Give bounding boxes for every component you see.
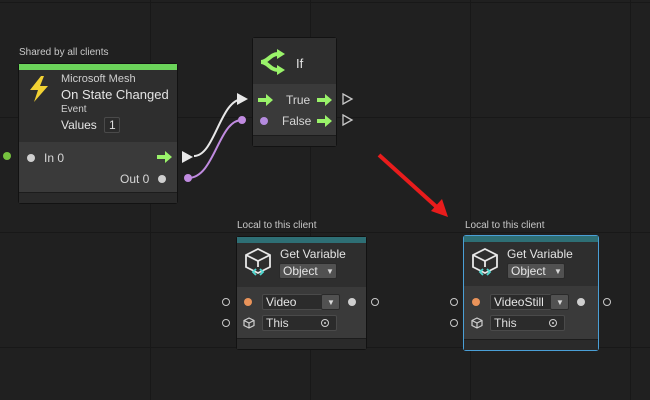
- right-var-scope-label: Local to this client: [465, 220, 545, 231]
- on-state-changed-node[interactable]: Microsoft Mesh On State Changed Event Va…: [18, 63, 178, 204]
- left-object-field[interactable]: This: [262, 315, 337, 331]
- lightning-icon: [30, 76, 48, 102]
- right-name-value: VideoStill: [494, 295, 544, 309]
- in-0-label: In 0: [44, 151, 65, 165]
- if-flow-in-connector-icon[interactable]: [237, 93, 249, 105]
- values-count-field[interactable]: 1: [104, 117, 120, 133]
- data-wire: [187, 119, 243, 179]
- left-var-scope-label: Local to this client: [237, 220, 317, 231]
- false-out-arrow-icon: [317, 115, 332, 127]
- right-object-in-connector[interactable]: [450, 319, 458, 327]
- get-variable-video-node[interactable]: Get Variable Object ▼ Video ▼ This: [236, 236, 367, 350]
- right-kind-dropdown[interactable]: Object ▼: [507, 263, 565, 279]
- target-icon[interactable]: [549, 319, 557, 327]
- object-cube-icon: [471, 317, 483, 329]
- flow-out-connector-icon[interactable]: [182, 151, 194, 163]
- right-object-field[interactable]: This: [490, 315, 565, 331]
- right-object-value: This: [494, 316, 517, 330]
- true-out-connector-icon[interactable]: [342, 92, 354, 106]
- chevron-down-icon: ▼: [556, 298, 564, 307]
- true-label: True: [286, 93, 311, 107]
- true-out-arrow-icon: [317, 94, 332, 106]
- event-footer: [19, 192, 177, 203]
- right-var-footer: [464, 339, 598, 350]
- left-name-value: Video: [266, 295, 297, 309]
- right-name-caret-button[interactable]: ▼: [550, 294, 569, 310]
- name-port[interactable]: [244, 298, 252, 306]
- if-node[interactable]: If True False: [252, 37, 337, 147]
- chevron-down-icon: ▼: [326, 267, 334, 276]
- left-value-out-connector[interactable]: [371, 298, 379, 306]
- flow-in-connector[interactable]: [3, 152, 11, 160]
- in-0-port[interactable]: [27, 154, 35, 162]
- left-value-out-port[interactable]: [348, 298, 356, 306]
- right-var-title: Get Variable: [507, 247, 573, 261]
- name-port[interactable]: [472, 298, 480, 306]
- right-value-out-port[interactable]: [577, 298, 585, 306]
- false-out-connector-icon[interactable]: [342, 113, 354, 127]
- out-0-label: Out 0: [120, 172, 150, 186]
- event-subtitle: Event: [61, 104, 87, 115]
- if-title: If: [296, 56, 304, 71]
- left-name-caret-button[interactable]: ▼: [321, 294, 340, 310]
- event-title: On State Changed: [61, 87, 169, 102]
- right-kind-value: Object: [511, 264, 546, 278]
- target-icon[interactable]: [321, 319, 329, 327]
- event-scope-label: Shared by all clients: [19, 47, 109, 58]
- condition-port[interactable]: [260, 117, 268, 125]
- left-kind-dropdown[interactable]: Object ▼: [279, 263, 337, 279]
- flow-out-arrow-icon: [157, 151, 172, 163]
- event-category: Microsoft Mesh: [61, 73, 136, 85]
- chevron-down-icon: ▼: [554, 267, 562, 276]
- left-object-value: This: [266, 316, 289, 330]
- object-cube-icon: [243, 317, 255, 329]
- graph-canvas[interactable]: Shared by all clients Microsoft Mesh On …: [0, 0, 650, 400]
- left-object-in-connector[interactable]: [222, 319, 230, 327]
- left-name-in-connector[interactable]: [222, 298, 230, 306]
- annotation-arrow-shaft: [377, 153, 442, 212]
- right-value-out-connector[interactable]: [603, 298, 611, 306]
- left-var-title: Get Variable: [280, 247, 346, 261]
- flow-wire: [193, 98, 244, 157]
- chevron-down-icon: ▼: [327, 298, 335, 307]
- out-0-connector[interactable]: [184, 174, 192, 182]
- cube-variable-icon: [472, 247, 498, 276]
- get-variable-videostill-node[interactable]: Get Variable Object ▼ VideoStill ▼ This: [463, 235, 599, 351]
- left-kind-value: Object: [283, 264, 318, 278]
- values-label: Values: [61, 118, 97, 132]
- cube-variable-icon: [245, 247, 271, 276]
- if-footer: [253, 135, 336, 146]
- flow-in-arrow-icon: [258, 94, 273, 106]
- left-var-footer: [237, 338, 366, 349]
- if-condition-connector[interactable]: [238, 116, 246, 124]
- right-name-in-connector[interactable]: [450, 298, 458, 306]
- false-label: False: [282, 114, 312, 128]
- out-0-port[interactable]: [158, 175, 166, 183]
- branch-icon: [260, 49, 285, 75]
